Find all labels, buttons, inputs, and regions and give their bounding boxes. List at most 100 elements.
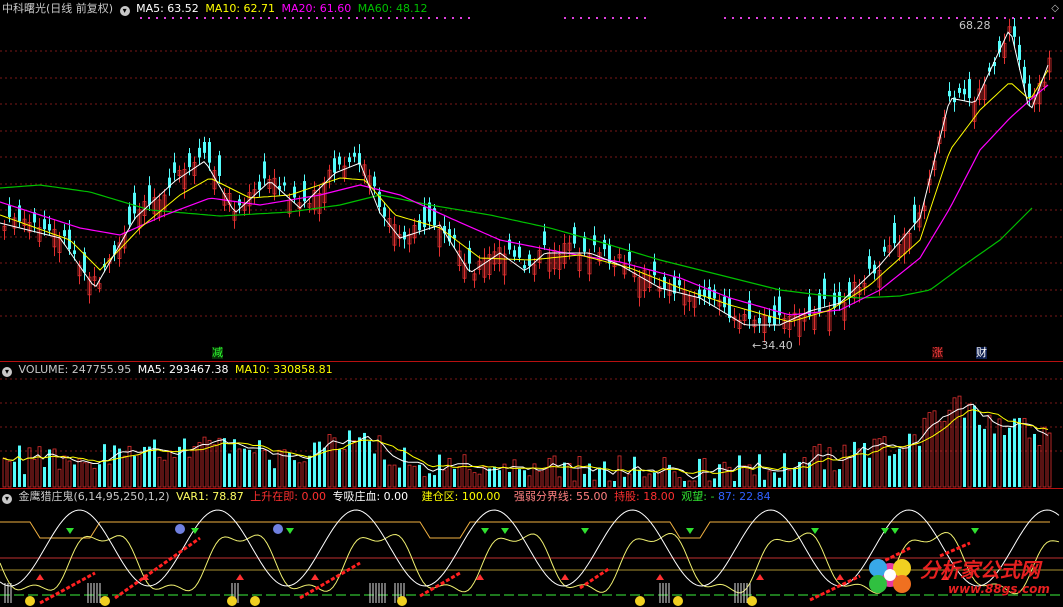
down-triangle-icon bbox=[881, 528, 889, 534]
ma10-label: MA10: 62.71 bbox=[205, 2, 276, 15]
top-marker bbox=[316, 17, 318, 19]
top-marker bbox=[868, 17, 870, 19]
price-header: 中科曙光(日线 前复权) ▾ MA5: 63.52 MA10: 62.71 MA… bbox=[2, 2, 430, 16]
dropdown-circle-icon[interactable]: ▾ bbox=[119, 6, 130, 16]
volume-bar-up bbox=[707, 480, 712, 488]
price-candle-down bbox=[383, 207, 386, 217]
volume-bar-up bbox=[62, 455, 67, 488]
volume-bar-up bbox=[827, 447, 832, 488]
top-marker bbox=[204, 17, 206, 19]
top-marker bbox=[244, 17, 246, 19]
down-triangle-icon bbox=[501, 528, 509, 534]
diamond-icon[interactable]: ◇ bbox=[1051, 3, 1059, 14]
volume-bar-down bbox=[598, 467, 601, 487]
volume-bar-down bbox=[233, 439, 236, 487]
left-arrow-icon: ← bbox=[752, 339, 762, 352]
volume-bar-down bbox=[148, 446, 151, 487]
volume-bar-down bbox=[653, 472, 656, 487]
price-candle-down bbox=[8, 204, 11, 217]
top-marker bbox=[644, 17, 646, 19]
volume-bar-up bbox=[767, 470, 772, 488]
price-candle-down bbox=[768, 316, 771, 323]
top-marker bbox=[140, 17, 142, 19]
volume-label: VOLUME: 247755.95 bbox=[18, 363, 132, 376]
price-chart[interactable] bbox=[0, 0, 1063, 361]
volume-bar-down bbox=[853, 441, 856, 487]
volume-bar-up bbox=[472, 472, 477, 488]
price-candle-down bbox=[48, 224, 51, 231]
volume-bar-down bbox=[383, 459, 386, 487]
price-candle-down bbox=[1013, 26, 1016, 37]
price-candle-down bbox=[148, 185, 151, 205]
dropdown-circle-icon[interactable]: ▾ bbox=[2, 367, 12, 377]
top-marker bbox=[468, 17, 470, 19]
volume-bar-down bbox=[308, 455, 311, 487]
volume-bar-up bbox=[702, 458, 707, 488]
var1-label: VAR1: 78.87 bbox=[176, 490, 244, 503]
price-candle-down bbox=[953, 97, 956, 103]
volume-bar-up bbox=[237, 448, 242, 488]
volume-bar-down bbox=[363, 432, 366, 487]
stock-title: 中科曙光(日线 前复权) bbox=[2, 2, 114, 15]
watermark-text: 分析家公式网 bbox=[920, 558, 1040, 582]
volume-bar-down bbox=[1003, 435, 1006, 487]
volume-bar-up bbox=[412, 465, 417, 488]
top-marker bbox=[372, 17, 374, 19]
volume-bar-down bbox=[738, 455, 741, 487]
volume-bar-down bbox=[133, 456, 136, 487]
volume-bar-down bbox=[978, 424, 981, 487]
volume-bar-down bbox=[18, 445, 21, 487]
volume-bar-up bbox=[27, 447, 32, 488]
price-candle-down bbox=[1023, 66, 1026, 84]
top-marker bbox=[300, 17, 302, 19]
volume-bar-down bbox=[258, 440, 261, 487]
volume-bar-up bbox=[162, 459, 167, 488]
down-triangle-icon bbox=[891, 528, 899, 534]
price-candle-down bbox=[1028, 83, 1031, 98]
top-marker bbox=[1020, 17, 1022, 19]
vol-ma10-label: MA10: 330858.81 bbox=[234, 363, 333, 376]
dropdown-circle-icon[interactable]: ▾ bbox=[2, 494, 12, 504]
volume-bar-up bbox=[832, 470, 837, 488]
down-triangle-icon bbox=[686, 528, 694, 534]
volume-bar-down bbox=[103, 444, 106, 487]
ma60-label: MA60: 48.12 bbox=[357, 2, 428, 15]
top-marker bbox=[1004, 17, 1006, 19]
top-marker bbox=[212, 17, 214, 19]
absorb-label: 专吸庄血: 0.00 bbox=[332, 490, 409, 503]
volume-bar-down bbox=[323, 447, 326, 487]
volume-bar-up bbox=[922, 417, 927, 488]
price-panel[interactable]: 中科曙光(日线 前复权) ▾ MA5: 63.52 MA10: 62.71 MA… bbox=[0, 0, 1063, 361]
price-candle-down bbox=[523, 265, 526, 269]
tag-zhang[interactable]: 涨 bbox=[932, 347, 943, 359]
top-marker bbox=[436, 17, 438, 19]
top-marker bbox=[924, 17, 926, 19]
price-candle-down bbox=[758, 318, 761, 324]
top-marker bbox=[180, 17, 182, 19]
volume-bar-down bbox=[918, 445, 921, 487]
volume-chart[interactable] bbox=[0, 361, 1063, 488]
divide-label: 强弱分界线: 55.00 bbox=[513, 490, 608, 503]
volume-bar-up bbox=[687, 480, 692, 488]
tag-jian[interactable]: 减 bbox=[212, 347, 223, 359]
price-candle-down bbox=[333, 158, 336, 173]
price-candle-down bbox=[188, 153, 191, 168]
price-candle-down bbox=[1018, 44, 1021, 60]
up-triangle-icon bbox=[141, 574, 149, 580]
down-triangle-icon bbox=[811, 528, 819, 534]
volume-bar-down bbox=[373, 453, 376, 487]
top-marker bbox=[308, 17, 310, 19]
ma20-line bbox=[0, 84, 1049, 316]
price-candle-down bbox=[698, 289, 701, 298]
top-marker bbox=[172, 17, 174, 19]
top-marker bbox=[844, 17, 846, 19]
price-candle-down bbox=[913, 204, 916, 223]
top-marker bbox=[724, 17, 726, 19]
smiley-face-icon bbox=[635, 596, 645, 606]
up-triangle-icon bbox=[561, 574, 569, 580]
volume-bar-down bbox=[73, 464, 76, 487]
volume-bar-up bbox=[1037, 445, 1042, 488]
volume-bar-down bbox=[293, 460, 296, 487]
tag-cai[interactable]: 财 bbox=[976, 347, 987, 359]
volume-panel[interactable]: ▾ VOLUME: 247755.95 MA5: 293467.38 MA10:… bbox=[0, 361, 1063, 488]
